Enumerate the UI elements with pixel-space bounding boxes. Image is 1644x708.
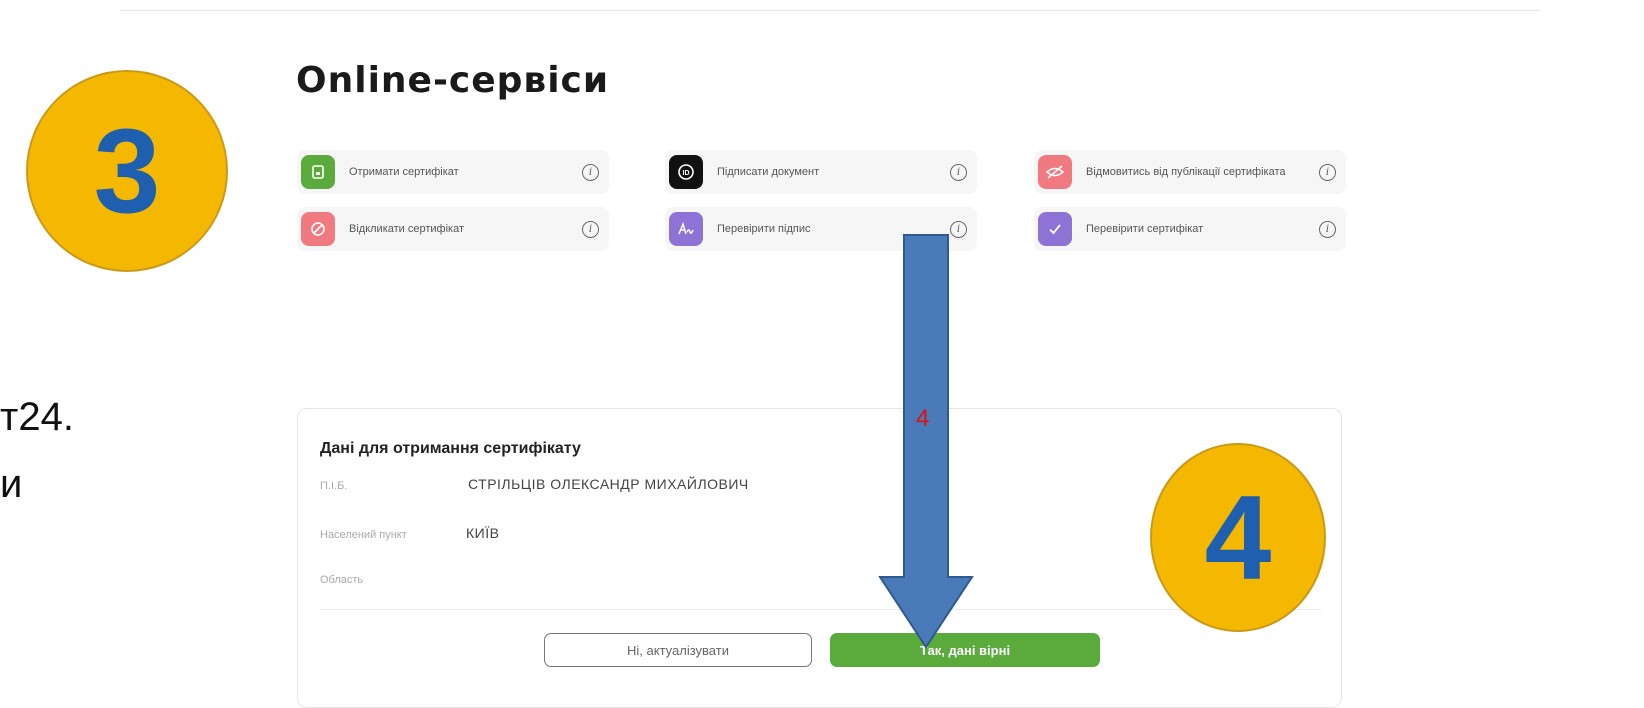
- field-label-name: П.І.Б.: [320, 480, 348, 492]
- field-label-region: Область: [320, 574, 364, 586]
- certificate-icon: [301, 155, 335, 189]
- svg-text:ID: ID: [683, 170, 690, 177]
- step-4-badge: 4: [1150, 443, 1326, 632]
- info-icon[interactable]: i: [582, 163, 599, 181]
- signature-icon: [669, 212, 703, 246]
- check-icon: [1038, 212, 1072, 246]
- step-3-number: 3: [93, 104, 161, 238]
- info-icon[interactable]: i: [1319, 220, 1336, 238]
- service-label: Відкликати сертифікат: [349, 223, 465, 235]
- cropped-side-text-2: и: [0, 462, 23, 506]
- page-title: Online-сервіси: [296, 60, 610, 101]
- field-label-city: Населений пункт: [320, 529, 407, 541]
- service-label: Підписати документ: [717, 166, 820, 178]
- cropped-side-text-1: т24.: [0, 395, 74, 439]
- hidden-eye-icon: [1038, 155, 1072, 189]
- service-get-certificate[interactable]: Отримати сертифікат i: [297, 150, 609, 194]
- card-divider: [320, 609, 1321, 610]
- service-sign-document[interactable]: ID Підписати документ i: [665, 150, 977, 194]
- service-refuse-publication[interactable]: Відмовитись від публікації сертифіката i: [1034, 150, 1346, 194]
- info-icon[interactable]: i: [1319, 163, 1336, 181]
- top-divider: [120, 10, 1540, 11]
- step-3-badge: 3: [26, 70, 228, 272]
- field-value-name: СТРІЛЬЦІВ ОЛЕКСАНДР МИХАЙЛОВИЧ: [468, 476, 749, 492]
- step-4-number: 4: [1204, 470, 1272, 605]
- revoke-icon: [301, 212, 335, 246]
- reject-update-button[interactable]: Ні, актуалізувати: [544, 633, 812, 667]
- service-label: Відмовитись від публікації сертифіката: [1086, 166, 1286, 178]
- info-icon[interactable]: i: [582, 220, 599, 238]
- annotation-arrow-label: 4: [916, 405, 930, 432]
- service-label: Отримати сертифікат: [349, 166, 459, 178]
- field-value-city: КИЇВ: [466, 525, 500, 541]
- info-icon[interactable]: i: [950, 163, 967, 181]
- service-label: Перевірити сертифікат: [1086, 223, 1204, 235]
- annotation-arrow-down: [878, 234, 974, 649]
- service-verify-certificate[interactable]: Перевірити сертифікат i: [1034, 207, 1346, 251]
- id-sign-icon: ID: [669, 155, 703, 189]
- service-revoke-certificate[interactable]: Відкликати сертифікат i: [297, 207, 609, 251]
- card-title: Дані для отримання сертифікату: [320, 440, 581, 457]
